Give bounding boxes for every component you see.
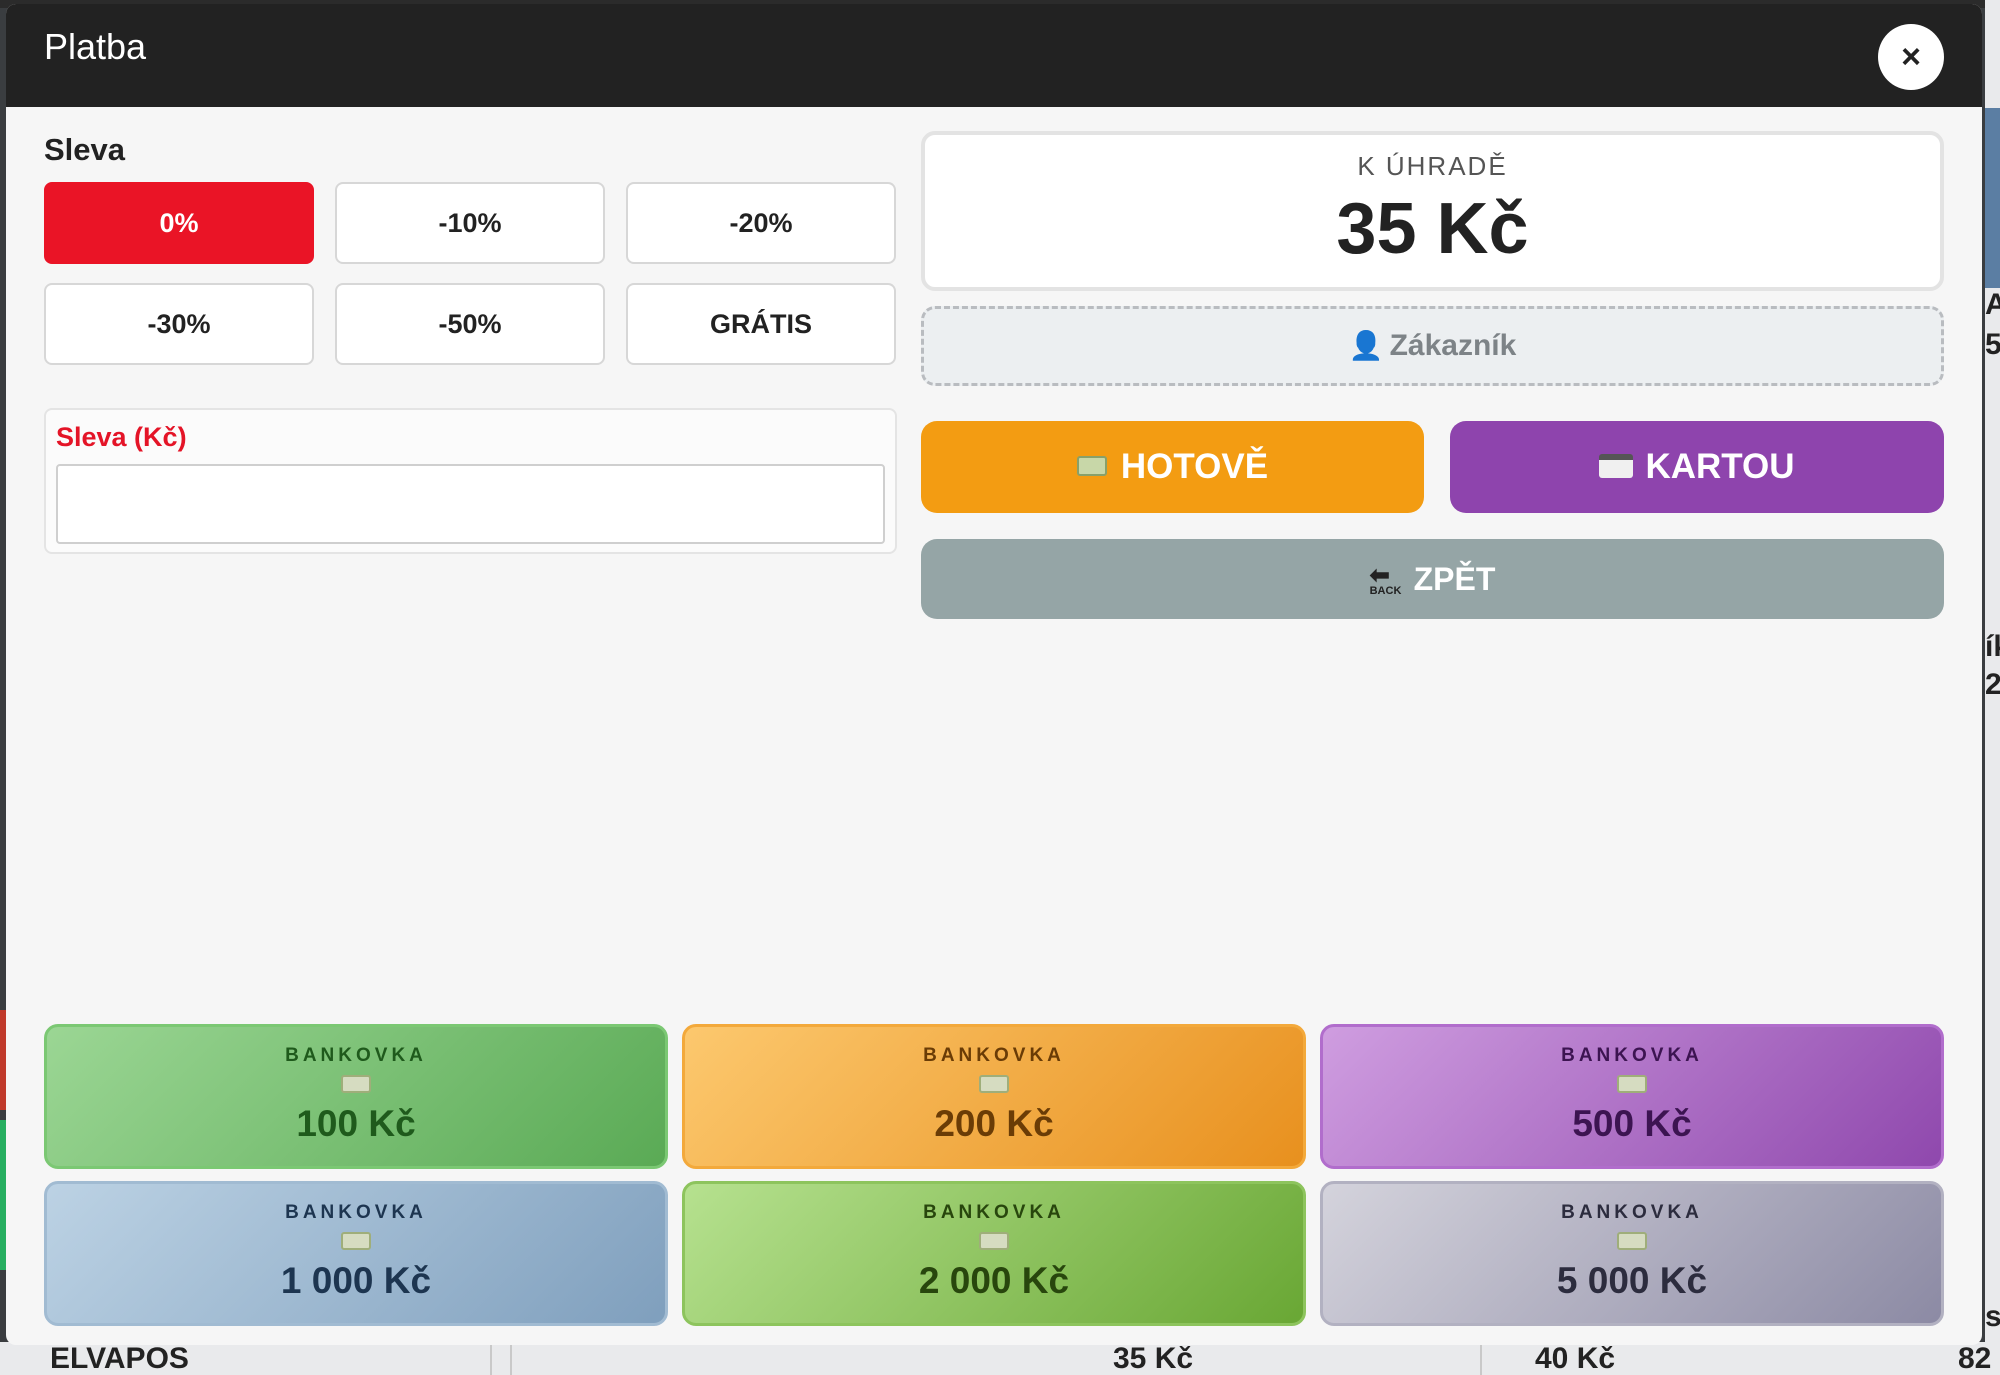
back-button[interactable]: ⬅ BACK ZPĚT <box>921 539 1944 619</box>
banknote-value: 1 000 Kč <box>280 1260 432 1301</box>
background-text: ELVAPOS <box>50 1342 189 1375</box>
background-text: 82 <box>1958 1342 1992 1375</box>
background-text: s <box>1985 1300 2000 1333</box>
back-label: ZPĚT <box>1413 561 1496 597</box>
background-text: 35 Kč <box>1113 1342 1194 1375</box>
payment-modal: Platba × Sleva 0% -10% -20% -30% -50% GR… <box>6 4 1982 1345</box>
close-icon: × <box>1901 38 1921 76</box>
banknote-icon <box>979 1075 1009 1093</box>
pay-card-label: KARTOU <box>1645 447 1795 486</box>
banknote-500-button[interactable]: BANKOVKA 500 Kč <box>1320 1024 1944 1169</box>
background-text: A <box>1985 288 2000 321</box>
discount-30-button[interactable]: -30% <box>44 283 314 365</box>
banknote-value: 5 000 Kč <box>1556 1260 1708 1301</box>
discount-free-button[interactable]: GRÁTIS <box>626 283 896 365</box>
credit-card-icon <box>1599 453 1634 478</box>
discount-title: Sleva <box>44 132 126 167</box>
banknote-label: BANKOVKA <box>285 1202 427 1223</box>
background-text: 40 Kč <box>1535 1342 1616 1375</box>
discount-amount-label: Sleva (Kč) <box>56 422 187 452</box>
banknote-200-button[interactable]: BANKOVKA 200 Kč <box>682 1024 1306 1169</box>
banknote-label: BANKOVKA <box>923 1045 1065 1066</box>
discount-amount-input[interactable] <box>56 464 885 544</box>
banknote-icon <box>1076 455 1107 476</box>
discount-amount-panel: Sleva (Kč) <box>44 408 897 554</box>
background-right-column: A 5 ík 2 s <box>1985 0 2000 1375</box>
pay-cash-label: HOTOVĚ <box>1120 447 1269 486</box>
banknote-2000-button[interactable]: BANKOVKA 2 000 Kč <box>682 1181 1306 1326</box>
pay-card-button[interactable]: KARTOU <box>1450 421 1944 513</box>
amount-due-label: K ÚHRADĚ <box>1357 151 1508 181</box>
back-arrow-icon: ⬅ BACK <box>1369 561 1402 597</box>
banknote-100-button[interactable]: BANKOVKA 100 Kč <box>44 1024 668 1169</box>
banknote-icon <box>979 1232 1009 1250</box>
banknote-value: 200 Kč <box>934 1103 1054 1144</box>
banknote-5000-button[interactable]: BANKOVKA 5 000 Kč <box>1320 1181 1944 1326</box>
banknote-icon <box>341 1232 371 1250</box>
modal-header: Platba × <box>6 4 1982 107</box>
background-text: ík <box>1985 630 2000 663</box>
customer-label: Zákazník <box>1389 329 1517 362</box>
banknote-label: BANKOVKA <box>1561 1202 1703 1223</box>
banknote-icon <box>341 1075 371 1093</box>
discount-50-button[interactable]: -50% <box>335 283 605 365</box>
banknote-value: 2 000 Kč <box>918 1260 1070 1301</box>
discount-10-button[interactable]: -10% <box>335 182 605 264</box>
background-text: 5 <box>1985 328 2000 361</box>
amount-due-panel: K ÚHRADĚ 35 Kč <box>921 131 1944 291</box>
background-product-grid: ELVAPOS 35 Kč 40 Kč 82 <box>0 1342 2000 1375</box>
discount-0-button[interactable]: 0% <box>44 182 314 264</box>
banknote-value: 100 Kč <box>296 1103 416 1144</box>
banknote-icon <box>1617 1075 1647 1093</box>
banknote-label: BANKOVKA <box>285 1045 427 1066</box>
background-text: 2 <box>1985 668 2000 701</box>
banknote-value: 500 Kč <box>1572 1103 1692 1144</box>
pay-cash-button[interactable]: HOTOVĚ <box>921 421 1424 513</box>
banknote-label: BANKOVKA <box>923 1202 1065 1223</box>
amount-due-value: 35 Kč <box>1336 189 1529 269</box>
close-button[interactable]: × <box>1878 24 1944 90</box>
discount-20-button[interactable]: -20% <box>626 182 896 264</box>
modal-title: Platba <box>44 26 147 67</box>
banknote-1000-button[interactable]: BANKOVKA 1 000 Kč <box>44 1181 668 1326</box>
background-tile <box>1985 108 2000 288</box>
banknote-label: BANKOVKA <box>1561 1045 1703 1066</box>
customer-button[interactable]: 👤 Zákazník <box>921 306 1944 386</box>
person-icon: 👤 <box>1348 330 1384 361</box>
banknote-icon <box>1617 1232 1647 1250</box>
